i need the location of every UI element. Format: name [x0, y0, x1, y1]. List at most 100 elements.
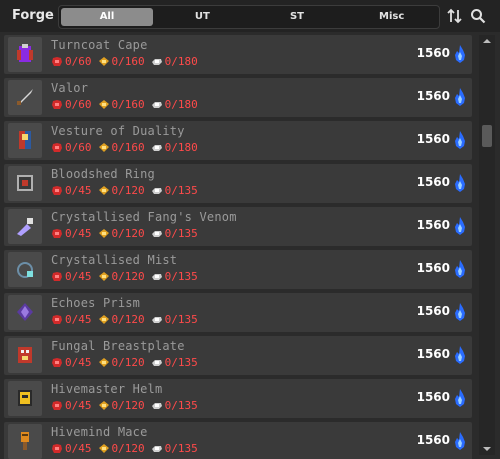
item-name: Echoes Prism [51, 296, 141, 310]
forge-item-row[interactable]: Turncoat Cape 0/60 0/160 0/180 1560 [4, 35, 472, 74]
item-price: 1560 [416, 218, 450, 232]
forge-item-row[interactable]: Crystallised Fang's Venom 0/45 0/120 0/135 1… [4, 207, 472, 246]
mist-icon [17, 262, 33, 278]
item-name: Vesture of Duality [51, 124, 185, 138]
red-essence-icon [52, 57, 62, 66]
item-name: Crystallised Fang's Venom [51, 210, 237, 224]
silver-essence-cost: 0/135 [164, 313, 198, 326]
red-essence-icon [52, 315, 62, 324]
item-costs: 0/45 0/120 0/135 [51, 356, 204, 369]
scroll-up-arrow-icon[interactable] [479, 35, 495, 47]
ring-icon [17, 175, 33, 191]
red-essence-icon [52, 401, 62, 410]
search-icon[interactable] [470, 8, 486, 24]
red-essence-cost: 0/60 [65, 98, 92, 111]
blue-flame-icon [455, 260, 465, 278]
forge-item-row[interactable]: Valor 0/60 0/160 0/180 1560 [4, 78, 472, 117]
gold-essence-icon [98, 401, 109, 410]
item-slot [8, 80, 42, 115]
red-essence-cost: 0/60 [65, 55, 92, 68]
silver-essence-cost: 0/135 [164, 184, 198, 197]
scrollbar-thumb[interactable] [482, 125, 492, 147]
gold-essence-icon [98, 229, 109, 238]
item-price: 1560 [416, 175, 450, 189]
item-name: Hivemaster Helm [51, 382, 163, 396]
vial-icon [17, 218, 33, 236]
sword-icon [17, 89, 33, 105]
forge-item-row[interactable]: Hivemaster Helm 0/45 0/120 0/135 1560 [4, 379, 472, 418]
tab-ut[interactable]: UT [157, 8, 248, 26]
gold-essence-cost: 0/120 [111, 399, 145, 412]
silver-essence-cost: 0/135 [164, 270, 198, 283]
gold-essence-icon [98, 358, 109, 367]
gold-essence-icon [98, 315, 109, 324]
item-name: Crystallised Mist [51, 253, 178, 267]
tab-all[interactable]: All [61, 8, 153, 26]
red-essence-icon [52, 444, 62, 453]
item-price: 1560 [416, 132, 450, 146]
forge-item-row[interactable]: Echoes Prism 0/45 0/120 0/135 1560 [4, 293, 472, 332]
gold-essence-icon [98, 57, 109, 66]
sort-arrows-icon[interactable] [447, 8, 463, 24]
blue-flame-icon [455, 432, 465, 450]
tab-misc[interactable]: Misc [346, 8, 437, 26]
gold-essence-cost: 0/120 [111, 184, 145, 197]
item-price: 1560 [416, 261, 450, 275]
silver-essence-cost: 0/180 [164, 141, 198, 154]
item-price: 1560 [416, 304, 450, 318]
red-essence-cost: 0/45 [65, 442, 92, 455]
tab-st[interactable]: ST [252, 8, 343, 26]
item-price: 1560 [416, 433, 450, 447]
item-slot [8, 424, 42, 459]
gold-essence-icon [98, 100, 109, 109]
blue-flame-icon [455, 131, 465, 149]
category-tabs: All UT ST Misc [58, 5, 440, 29]
item-slot [8, 338, 42, 373]
blue-flame-icon [455, 346, 465, 364]
blue-flame-icon [455, 217, 465, 235]
silver-essence-icon [151, 274, 162, 280]
item-costs: 0/45 0/120 0/135 [51, 184, 204, 197]
item-price: 1560 [416, 390, 450, 404]
item-name: Turncoat Cape [51, 38, 148, 52]
blue-flame-icon [455, 174, 465, 192]
silver-essence-icon [151, 145, 162, 151]
blue-flame-icon [455, 389, 465, 407]
item-price: 1560 [416, 46, 450, 60]
forge-item-row[interactable]: Crystallised Mist 0/45 0/120 0/135 1560 [4, 250, 472, 289]
forge-item-row[interactable]: Fungal Breastplate 0/45 0/120 0/135 1560 [4, 336, 472, 375]
silver-essence-icon [151, 188, 162, 194]
forge-item-list: Turncoat Cape 0/60 0/160 0/180 1560 Valor 0/60… [4, 35, 472, 459]
silver-essence-cost: 0/135 [164, 442, 198, 455]
item-name: Valor [51, 81, 89, 95]
silver-essence-icon [151, 102, 162, 108]
gold-essence-icon [98, 143, 109, 152]
gold-essence-cost: 0/120 [111, 356, 145, 369]
red-essence-cost: 0/45 [65, 227, 92, 240]
silver-essence-cost: 0/180 [164, 55, 198, 68]
gold-essence-cost: 0/120 [111, 313, 145, 326]
silver-essence-icon [151, 59, 162, 65]
item-costs: 0/45 0/120 0/135 [51, 399, 204, 412]
item-slot [8, 381, 42, 416]
prism-icon [17, 303, 33, 321]
forge-item-row[interactable]: Bloodshed Ring 0/45 0/120 0/135 1560 [4, 164, 472, 203]
forge-item-row[interactable]: Hivemind Mace 0/45 0/120 0/135 1560 [4, 422, 472, 459]
item-costs: 0/45 0/120 0/135 [51, 442, 204, 455]
item-costs: 0/45 0/120 0/135 [51, 313, 204, 326]
red-essence-icon [52, 143, 62, 152]
silver-essence-icon [151, 403, 162, 409]
silver-essence-cost: 0/135 [164, 356, 198, 369]
scrollbar[interactable] [479, 35, 495, 455]
scroll-down-arrow-icon[interactable] [479, 443, 495, 455]
forge-header: Forge All UT ST Misc [0, 0, 500, 32]
item-costs: 0/60 0/160 0/180 [51, 55, 204, 68]
red-essence-icon [52, 229, 62, 238]
gold-essence-icon [98, 186, 109, 195]
forge-item-row[interactable]: Vesture of Duality 0/60 0/160 0/180 1560 [4, 121, 472, 160]
gold-essence-cost: 0/160 [111, 55, 145, 68]
item-price: 1560 [416, 89, 450, 103]
item-costs: 0/60 0/160 0/180 [51, 141, 204, 154]
robe-icon [19, 131, 31, 149]
item-slot [8, 252, 42, 287]
